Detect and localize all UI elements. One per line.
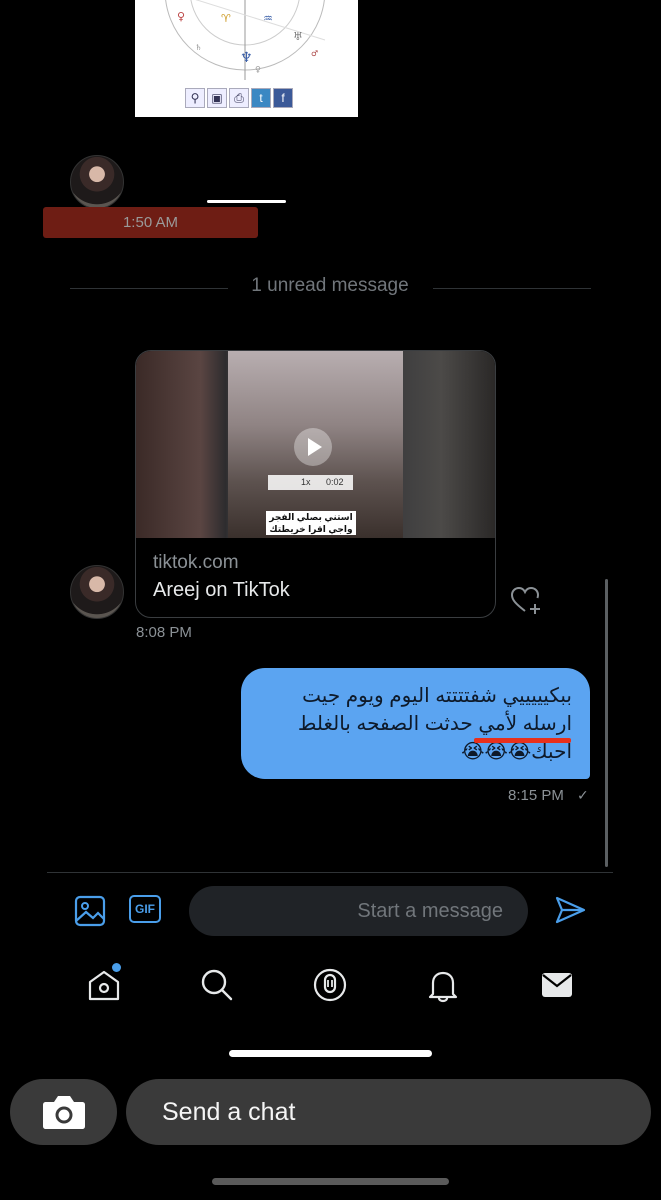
twitter-icon: t xyxy=(251,88,271,108)
message-timestamp: 1:50 AM xyxy=(122,214,179,231)
svg-text:♈: ♈ xyxy=(221,12,231,25)
svg-text:♀: ♀ xyxy=(177,10,185,23)
play-icon[interactable] xyxy=(294,428,332,466)
send-icon[interactable] xyxy=(553,893,587,927)
svg-text:♒: ♒ xyxy=(263,12,273,25)
link-preview-card[interactable]: 1x 0:02 استني بصلي الفجر واجي اقرا خريطت… xyxy=(135,350,496,618)
camera-icon xyxy=(43,1096,85,1129)
image-toolbar: ⚲ ▣ ⎙ t f xyxy=(185,88,305,110)
link-domain: tiktok.com xyxy=(153,552,239,573)
message-timestamp: 8:15 PM xyxy=(508,787,564,804)
send-chat-input[interactable]: Send a chat xyxy=(126,1079,651,1145)
bottom-home-indicator[interactable] xyxy=(212,1178,449,1185)
search-icon[interactable] xyxy=(199,967,235,1003)
home-icon[interactable] xyxy=(86,967,122,1003)
video-duration: 0:02 xyxy=(326,477,344,487)
zoom-icon: ⚲ xyxy=(185,88,205,108)
avatar[interactable] xyxy=(70,155,124,209)
spellcheck-underline xyxy=(474,738,571,743)
video-caption: استني بصلي الفجر واجي اقرا خريطتك xyxy=(266,511,356,535)
home-indicator[interactable] xyxy=(229,1050,432,1057)
scrub-indicator xyxy=(207,200,286,203)
react-heart-icon[interactable] xyxy=(508,583,542,617)
divider-line xyxy=(70,288,228,289)
camera-button[interactable] xyxy=(10,1079,117,1145)
video-thumbnail[interactable]: 1x 0:02 استني بصلي الفجر واجي اقرا خريطت… xyxy=(136,351,495,538)
message-input[interactable] xyxy=(189,886,528,936)
divider-line xyxy=(433,288,591,289)
image-icon[interactable] xyxy=(73,894,107,928)
gif-button[interactable]: GIF xyxy=(129,895,161,923)
unread-divider-label: 1 unread message xyxy=(251,275,409,296)
video-speed: 1x xyxy=(301,477,311,487)
new-content-dot xyxy=(112,963,121,972)
svg-text:♄: ♄ xyxy=(195,43,202,52)
svg-text:♂: ♂ xyxy=(311,49,318,58)
message-timestamp: 8:08 PM xyxy=(136,624,192,641)
facebook-icon: f xyxy=(273,88,293,108)
svg-text:♆: ♆ xyxy=(240,50,253,66)
link-title: Areej on TikTok xyxy=(153,579,290,601)
messages-icon[interactable] xyxy=(539,967,575,1003)
composer-divider xyxy=(47,872,613,873)
save-icon: ▣ xyxy=(207,88,227,108)
outgoing-message-bubble[interactable]: ببكيييييي شفتتتته اليوم ويوم جيت ارسله ل… xyxy=(241,668,590,779)
svg-text:♅: ♅ xyxy=(293,30,303,43)
scrollbar[interactable] xyxy=(605,579,608,867)
spaces-icon[interactable] xyxy=(312,967,348,1003)
read-check-icon: ✓ xyxy=(577,787,589,803)
print-icon: ⎙ xyxy=(229,88,249,108)
shared-image-card[interactable]: ♆ ♀ ♒ ♅ ♈ ♄ ♂ ♀ ⚲ ▣ ⎙ t f xyxy=(135,0,358,117)
video-progress-bar: 1x 0:02 xyxy=(268,475,353,490)
avatar[interactable] xyxy=(70,565,124,619)
notifications-icon[interactable] xyxy=(425,967,461,1003)
svg-text:♀: ♀ xyxy=(255,65,261,74)
